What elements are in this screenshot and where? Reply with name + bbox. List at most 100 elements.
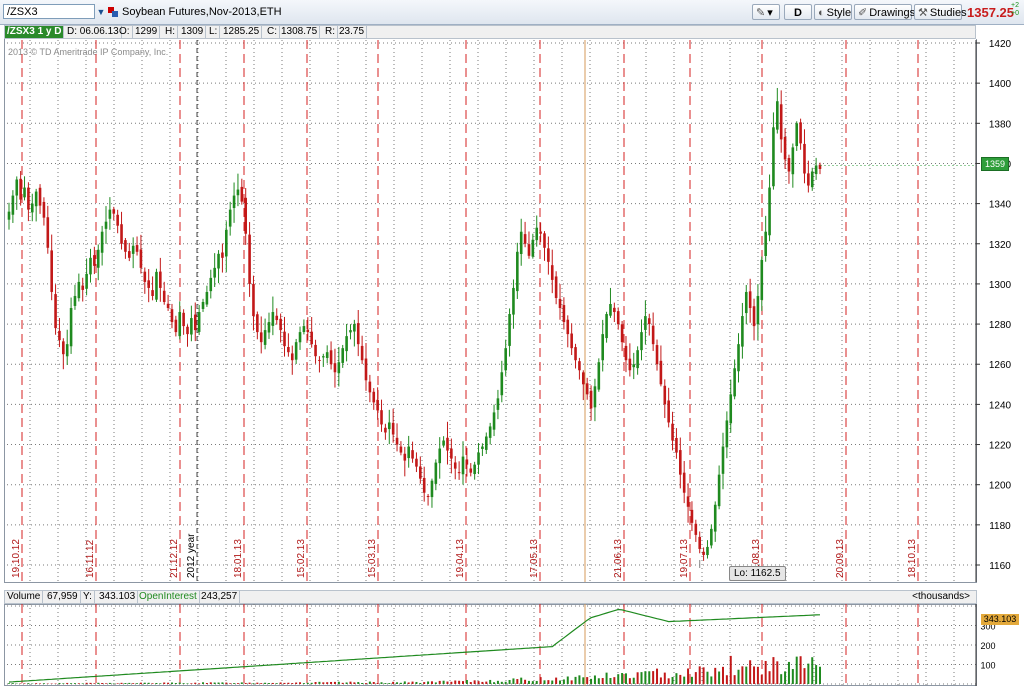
candle-body bbox=[655, 345, 659, 365]
volume-bar bbox=[687, 668, 690, 684]
volume-bar bbox=[753, 666, 756, 684]
volume-bar bbox=[105, 683, 108, 684]
candle-body bbox=[275, 315, 279, 321]
volume-bar bbox=[403, 681, 406, 684]
volume-bar bbox=[388, 683, 391, 684]
candle-body bbox=[329, 350, 333, 365]
volume-bar bbox=[39, 683, 42, 684]
volume-bar bbox=[520, 677, 523, 684]
volume-bar bbox=[780, 674, 783, 684]
candle-body bbox=[116, 214, 119, 226]
date-label: 21.06.13 bbox=[613, 539, 624, 578]
candle-body bbox=[333, 363, 337, 373]
volume-bar bbox=[469, 682, 472, 684]
price-chart[interactable]: 1420140013801360134013201300128012601240… bbox=[0, 0, 1024, 583]
volume-bar bbox=[368, 681, 371, 684]
candle-body bbox=[783, 136, 787, 160]
volume-grid bbox=[7, 604, 976, 686]
candle-body bbox=[100, 231, 104, 253]
volume-bar bbox=[489, 679, 492, 684]
candle-body bbox=[182, 312, 185, 327]
candle-body bbox=[244, 197, 248, 234]
volume-bar bbox=[605, 672, 608, 684]
candle-body bbox=[54, 294, 57, 329]
volume-bar bbox=[613, 677, 616, 684]
candle-body bbox=[539, 231, 542, 234]
candle-body bbox=[112, 209, 116, 214]
volume-bar bbox=[652, 671, 655, 684]
volume-bar bbox=[221, 682, 224, 684]
candle-body bbox=[345, 336, 348, 352]
volume-bar bbox=[811, 657, 814, 684]
volume-bar bbox=[737, 669, 740, 684]
price-axis-label: 1420 bbox=[989, 39, 1012, 50]
volume-bar bbox=[256, 682, 259, 684]
candle-body bbox=[73, 295, 77, 306]
volume-bar bbox=[213, 682, 216, 684]
volume-bar bbox=[124, 683, 127, 684]
volume-bar bbox=[372, 682, 375, 684]
candle-body bbox=[252, 283, 255, 317]
candle-body bbox=[679, 450, 682, 475]
volume-bar bbox=[427, 681, 430, 684]
open-interest-polyline bbox=[8, 608, 821, 683]
candle-body bbox=[337, 362, 341, 374]
candle-body bbox=[450, 448, 453, 459]
volume-bar bbox=[527, 680, 530, 684]
volume-bar bbox=[353, 682, 356, 684]
open-interest-label[interactable]: OpenInterest bbox=[137, 591, 200, 603]
volume-bar bbox=[260, 683, 263, 684]
candle-body bbox=[298, 332, 302, 343]
volume-bar bbox=[42, 683, 45, 684]
candle-body bbox=[605, 314, 608, 339]
candle-body bbox=[531, 239, 535, 257]
volume-chart[interactable]: 300200100 bbox=[0, 604, 1024, 689]
volume-bar bbox=[279, 682, 282, 684]
candle-body bbox=[201, 301, 205, 309]
volume-bar bbox=[547, 680, 550, 684]
volume-bar bbox=[302, 683, 305, 684]
volume-bars bbox=[8, 655, 821, 684]
candle-body bbox=[776, 101, 779, 130]
candle-body bbox=[729, 394, 733, 424]
volume-bar bbox=[656, 668, 659, 684]
volume-bar bbox=[295, 682, 298, 684]
candle-body bbox=[504, 348, 507, 371]
candle-body bbox=[446, 437, 449, 451]
volume-bar bbox=[628, 678, 631, 684]
volume-bar bbox=[89, 682, 92, 684]
date-label: 15.03.13 bbox=[367, 539, 378, 578]
volume-bar bbox=[551, 680, 554, 684]
volume-axis-label: 200 bbox=[980, 641, 995, 651]
candle-body bbox=[698, 536, 702, 549]
candle-body bbox=[733, 368, 736, 397]
volume-bar bbox=[58, 682, 61, 684]
volume-label[interactable]: Volume bbox=[5, 591, 44, 603]
candle-body bbox=[484, 436, 488, 450]
candle-body bbox=[787, 158, 791, 172]
candle-body bbox=[186, 326, 189, 335]
volume-bar bbox=[77, 683, 80, 684]
candle-body bbox=[636, 350, 639, 369]
volume-bar bbox=[70, 683, 73, 684]
candle-body bbox=[120, 224, 123, 244]
candle-body bbox=[613, 307, 616, 313]
volume-bar bbox=[236, 683, 239, 684]
volume-bar bbox=[815, 665, 818, 684]
candle-body bbox=[387, 422, 391, 430]
volume-bar bbox=[364, 683, 367, 684]
candle-body bbox=[314, 344, 317, 357]
volume-bar bbox=[430, 681, 433, 684]
candle-body bbox=[139, 249, 143, 268]
candle-body bbox=[213, 267, 216, 278]
candle-body bbox=[756, 295, 760, 325]
volume-bar bbox=[66, 682, 69, 684]
candle-body bbox=[399, 446, 403, 453]
volume-bar bbox=[640, 672, 643, 684]
volume-bar bbox=[423, 682, 426, 684]
price-axis-label: 1320 bbox=[989, 240, 1012, 251]
price-axis-label: 1380 bbox=[989, 119, 1012, 130]
expiry-lines bbox=[21, 40, 919, 582]
volume-bar bbox=[132, 683, 135, 684]
volume-bar bbox=[555, 677, 558, 684]
